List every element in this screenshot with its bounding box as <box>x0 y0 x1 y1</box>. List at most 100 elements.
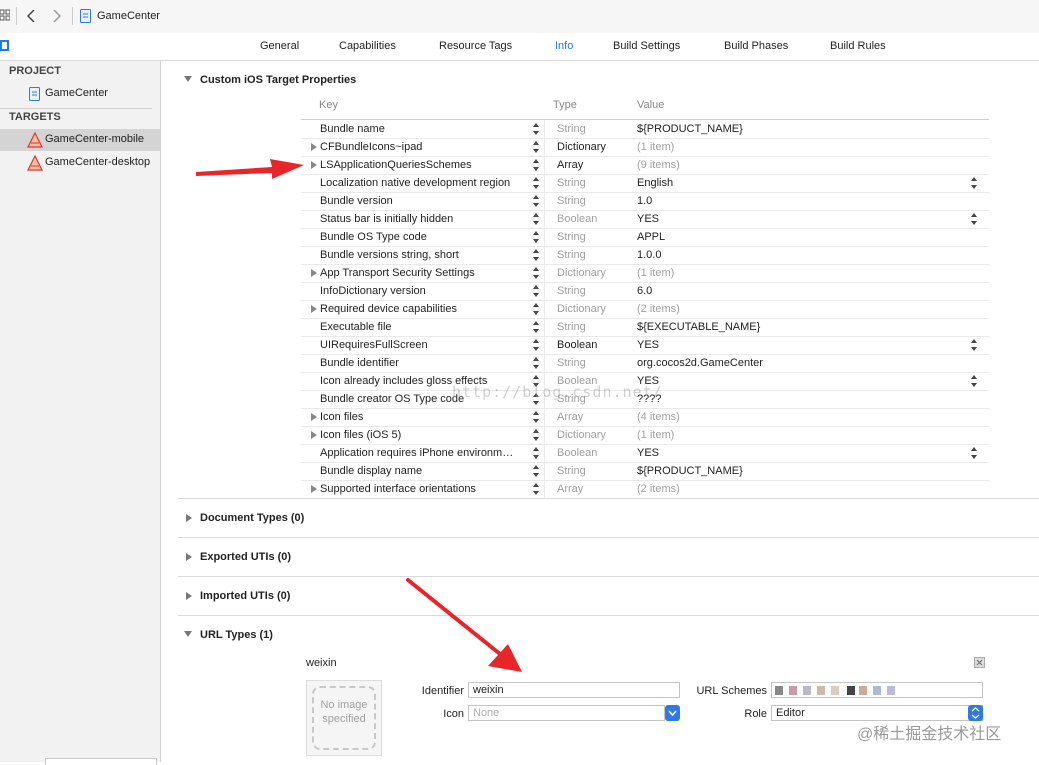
property-value[interactable]: YES <box>637 447 659 459</box>
property-value[interactable]: ${EXECUTABLE_NAME} <box>637 321 760 333</box>
value-popup-stepper-icon[interactable] <box>971 339 977 351</box>
table-row[interactable]: Status bar is initially hidden Boolean YES <box>301 210 989 229</box>
expand-triangle-icon[interactable] <box>186 592 192 600</box>
role-popup[interactable]: Editor <box>771 705 983 721</box>
property-value[interactable]: English <box>637 177 673 189</box>
property-value[interactable]: org.cocos2d.GameCenter <box>637 357 763 369</box>
url-schemes-field[interactable] <box>771 682 983 698</box>
key-popup-stepper-icon[interactable] <box>533 411 539 423</box>
disclosure-triangle-icon[interactable] <box>311 485 317 493</box>
window-title[interactable]: GameCenter <box>97 10 160 22</box>
property-value[interactable]: 1.0.0 <box>637 249 661 261</box>
key-popup-stepper-icon[interactable] <box>533 213 539 225</box>
table-row[interactable]: Icon files (iOS 5) Dictionary (1 item) <box>301 426 989 445</box>
property-value[interactable]: YES <box>637 213 659 225</box>
collapse-triangle-icon[interactable] <box>184 631 192 637</box>
section-exported-utis[interactable]: Exported UTIs (0) <box>200 551 291 563</box>
section-document-types[interactable]: Document Types (0) <box>200 512 304 524</box>
property-value[interactable]: (1 item) <box>637 267 674 279</box>
project-item-gamecenter[interactable]: GameCenter <box>0 83 160 105</box>
disclosure-triangle-icon[interactable] <box>311 413 317 421</box>
property-value[interactable]: 1.0 <box>637 195 652 207</box>
property-value[interactable]: ${PRODUCT_NAME} <box>637 465 743 477</box>
property-value[interactable]: (4 items) <box>637 411 680 423</box>
table-row[interactable]: UIRequiresFullScreen Boolean YES <box>301 336 989 355</box>
key-popup-stepper-icon[interactable] <box>533 321 539 333</box>
table-row[interactable]: App Transport Security Settings Dictionar… <box>301 264 989 283</box>
table-row[interactable]: Application requires iPhone environm… Boo… <box>301 444 989 463</box>
table-row[interactable]: Icon files Array (4 items) <box>301 408 989 427</box>
key-popup-stepper-icon[interactable] <box>533 267 539 279</box>
column-header-key[interactable]: Key <box>319 99 338 111</box>
table-row[interactable]: Bundle OS Type code String APPL <box>301 228 989 247</box>
table-row[interactable]: Bundle name String ${PRODUCT_NAME} <box>301 120 989 139</box>
collapse-triangle-icon[interactable] <box>184 76 192 82</box>
grid-icon[interactable] <box>0 9 11 21</box>
forward-icon[interactable] <box>53 9 62 25</box>
key-popup-stepper-icon[interactable] <box>533 159 539 171</box>
key-popup-stepper-icon[interactable] <box>533 249 539 261</box>
property-value[interactable]: (1 item) <box>637 141 674 153</box>
key-popup-stepper-icon[interactable] <box>533 339 539 351</box>
target-gamecenter-mobile[interactable]: GameCenter-mobile <box>0 129 160 151</box>
key-popup-stepper-icon[interactable] <box>533 429 539 441</box>
remove-url-type-icon[interactable] <box>974 657 985 668</box>
value-popup-stepper-icon[interactable] <box>971 447 977 459</box>
role-dropdown-button[interactable] <box>968 705 983 721</box>
property-value[interactable]: (2 items) <box>637 303 680 315</box>
url-type-image-well[interactable]: No image specified <box>306 680 382 756</box>
column-header-value[interactable]: Value <box>637 99 664 111</box>
key-popup-stepper-icon[interactable] <box>533 483 539 495</box>
disclosure-triangle-icon[interactable] <box>311 269 317 277</box>
property-value[interactable]: (9 items) <box>637 159 680 171</box>
section-custom-ios-target-properties[interactable]: Custom iOS Target Properties <box>200 74 356 86</box>
value-popup-stepper-icon[interactable] <box>971 177 977 189</box>
sidebar-toggle-icon[interactable] <box>0 40 9 51</box>
table-row[interactable]: CFBundleIcons~ipad Dictionary (1 item) <box>301 138 989 157</box>
expand-triangle-icon[interactable] <box>186 553 192 561</box>
table-row[interactable]: LSApplicationQueriesSchemes Array (9 items… <box>301 156 989 175</box>
key-popup-stepper-icon[interactable] <box>533 303 539 315</box>
disclosure-triangle-icon[interactable] <box>311 305 317 313</box>
tab-build-settings[interactable]: Build Settings <box>613 40 680 52</box>
icon-combo-field[interactable]: None <box>468 705 665 721</box>
property-value[interactable]: (1 item) <box>637 429 674 441</box>
expand-triangle-icon[interactable] <box>186 514 192 522</box>
table-row[interactable]: Localization native development region St… <box>301 174 989 193</box>
back-icon[interactable] <box>26 9 35 25</box>
table-row[interactable]: Bundle display name String ${PRODUCT_NAME} <box>301 462 989 481</box>
table-row[interactable]: Executable file String ${EXECUTABLE_NAME} <box>301 318 989 337</box>
property-value[interactable]: (2 items) <box>637 483 680 495</box>
key-popup-stepper-icon[interactable] <box>533 285 539 297</box>
table-row[interactable]: InfoDictionary version String 6.0 <box>301 282 989 301</box>
key-popup-stepper-icon[interactable] <box>533 231 539 243</box>
key-popup-stepper-icon[interactable] <box>533 123 539 135</box>
section-imported-utis[interactable]: Imported UTIs (0) <box>200 590 290 602</box>
value-popup-stepper-icon[interactable] <box>971 213 977 225</box>
table-row[interactable]: Bundle version String 1.0 <box>301 192 989 211</box>
property-value[interactable]: YES <box>637 339 659 351</box>
target-gamecenter-desktop[interactable]: GameCenter-desktop <box>0 152 160 174</box>
key-popup-stepper-icon[interactable] <box>533 177 539 189</box>
property-value[interactable]: 6.0 <box>637 285 652 297</box>
key-popup-stepper-icon[interactable] <box>533 141 539 153</box>
property-value[interactable]: APPL <box>637 231 665 243</box>
table-row[interactable]: Supported interface orientations Array (2 … <box>301 480 989 499</box>
property-value[interactable]: ${PRODUCT_NAME} <box>637 123 743 135</box>
key-popup-stepper-icon[interactable] <box>533 195 539 207</box>
disclosure-triangle-icon[interactable] <box>311 431 317 439</box>
tab-build-rules[interactable]: Build Rules <box>830 40 886 52</box>
table-row[interactable]: Bundle identifier String org.cocos2d.GameC… <box>301 354 989 373</box>
tab-info[interactable]: Info <box>555 40 573 52</box>
tab-resource-tags[interactable]: Resource Tags <box>439 40 512 52</box>
tab-build-phases[interactable]: Build Phases <box>724 40 788 52</box>
value-popup-stepper-icon[interactable] <box>971 375 977 387</box>
tab-general[interactable]: General <box>260 40 299 52</box>
key-popup-stepper-icon[interactable] <box>533 357 539 369</box>
tab-capabilities[interactable]: Capabilities <box>339 40 396 52</box>
section-url-types[interactable]: URL Types (1) <box>200 629 273 641</box>
icon-dropdown-button[interactable] <box>665 705 680 721</box>
disclosure-triangle-icon[interactable] <box>311 161 317 169</box>
key-popup-stepper-icon[interactable] <box>533 447 539 459</box>
table-row[interactable]: Bundle versions string, short String 1.0.0 <box>301 246 989 265</box>
